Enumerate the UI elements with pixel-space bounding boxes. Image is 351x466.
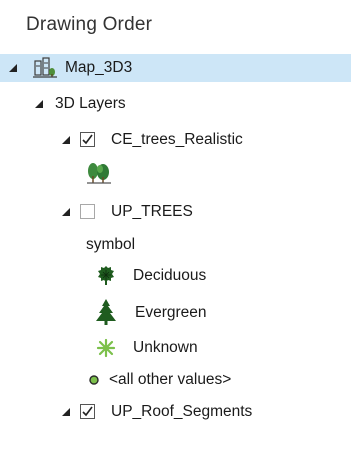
tree-item-label: Map_3D3 (65, 59, 133, 76)
layer-label: UP_TREES (111, 203, 193, 220)
collapse-arrow-icon[interactable] (61, 207, 71, 217)
visibility-checkbox[interactable] (80, 204, 95, 219)
tree-item-label: 3D Layers (55, 95, 126, 112)
class-label: <all other values> (109, 371, 232, 388)
deciduous-tree-icon (98, 266, 114, 285)
class-label: Evergreen (135, 304, 207, 321)
layer-item-up-roof-segments[interactable]: UP_Roof_Segments (0, 398, 351, 426)
tree-item-map[interactable]: Map_3D3 (0, 54, 351, 82)
visibility-checkbox[interactable] (80, 132, 95, 147)
unknown-star-icon (96, 338, 116, 358)
checkmark-icon (82, 134, 93, 145)
realistic-trees-icon (87, 163, 111, 184)
checkmark-icon (82, 406, 93, 417)
layer-label: UP_Roof_Segments (111, 403, 253, 420)
collapse-arrow-icon[interactable] (61, 135, 71, 145)
visibility-checkbox[interactable] (80, 404, 95, 419)
collapse-arrow-icon[interactable] (8, 63, 18, 73)
layer-label: CE_trees_Realistic (111, 131, 243, 148)
symbol-heading: symbol (86, 236, 136, 253)
evergreen-tree-icon (96, 299, 116, 325)
dot-icon (89, 375, 99, 385)
collapse-arrow-icon[interactable] (61, 407, 71, 417)
panel-title: Drawing Order (26, 14, 153, 35)
tree-item-3d-layers[interactable]: 3D Layers (0, 90, 351, 118)
class-label: Deciduous (133, 267, 207, 284)
class-label: Unknown (133, 339, 198, 356)
layer-item-up-trees[interactable]: UP_TREES (0, 198, 351, 226)
layer-item-ce-trees-realistic[interactable]: CE_trees_Realistic (0, 126, 351, 154)
map-3d-icon (33, 57, 57, 78)
collapse-arrow-icon[interactable] (34, 99, 44, 109)
